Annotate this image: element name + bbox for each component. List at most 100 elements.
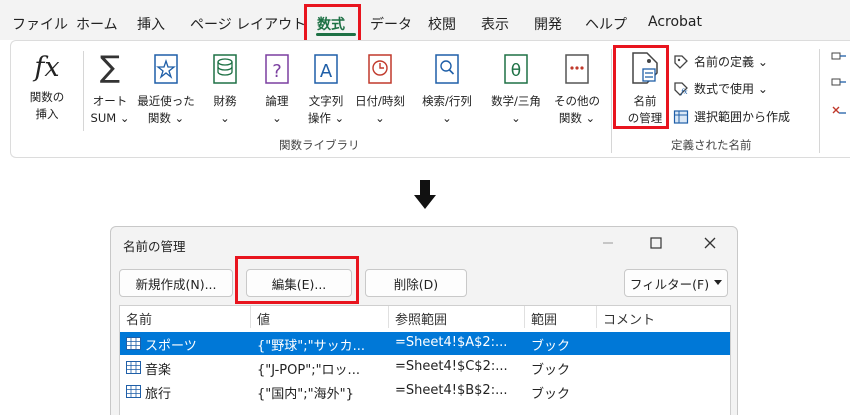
svg-text:θ: θ <box>511 61 521 81</box>
financial-button[interactable]: 財務 ⌄ <box>203 51 247 127</box>
named-range-icon <box>126 361 141 374</box>
more-functions-button[interactable]: その他の 関数 ⌄ <box>551 51 603 127</box>
tab-file[interactable]: ファイル <box>12 14 68 34</box>
use-in-formula-label: 数式で使用 ⌄ <box>694 82 768 96</box>
cell-scope: ブック <box>531 387 571 402</box>
svg-text:?: ? <box>272 61 282 82</box>
column-header-scope[interactable]: 範囲 <box>525 306 597 328</box>
cell-refers-to: =Sheet4!$C$2:... <box>395 359 508 374</box>
filter-label: フィルター(F) <box>629 276 710 292</box>
divider <box>83 51 84 131</box>
clock-book-icon <box>368 54 392 84</box>
dropdown-arrow-icon <box>714 280 723 285</box>
tab-help[interactable]: ヘルプ <box>585 14 627 34</box>
svg-text:fx: fx <box>680 88 688 96</box>
close-button[interactable] <box>695 231 725 255</box>
column-header-comment[interactable]: コメント <box>597 306 730 328</box>
tab-view[interactable]: 表示 <box>481 14 509 34</box>
cell-name: スポーツ <box>145 339 197 354</box>
insert-function-button[interactable]: fx 関数の 挿入 <box>19 51 75 123</box>
table-row[interactable]: 音楽 {"J-POP";"ロッ... =Sheet4!$C$2:... ブック <box>120 356 730 379</box>
maximize-button[interactable] <box>641 231 671 255</box>
star-book-icon <box>154 54 178 84</box>
column-header-value[interactable]: 値 <box>251 306 389 328</box>
text-functions-label-2: 操作 ⌄ <box>307 111 345 125</box>
tag-icon <box>674 54 688 69</box>
use-in-formula-button[interactable]: fx 数式で使用 ⌄ <box>673 80 768 97</box>
text-functions-button[interactable]: A 文字列 操作 ⌄ <box>303 51 349 127</box>
autosum-label: オート <box>92 94 128 108</box>
cell-refers-to: =Sheet4!$B$2:... <box>395 383 508 398</box>
filter-button[interactable]: フィルター(F) <box>624 269 728 297</box>
insert-function-label-2: 挿入 <box>35 107 59 121</box>
autosum-button[interactable]: ∑ オート SUM ⌄ <box>87 51 133 127</box>
formula-tag-icon: fx <box>674 81 688 96</box>
tab-review[interactable]: 校閲 <box>428 14 456 34</box>
coins-book-icon <box>213 54 237 84</box>
table-row[interactable]: 旅行 {"国内";"海外"} =Sheet4!$B$2:... ブック <box>120 380 730 403</box>
math-trig-button[interactable]: θ 数学/三角 ⌄ <box>483 51 549 127</box>
financial-label: 財務 <box>213 94 237 108</box>
cell-name: 旅行 <box>145 387 172 402</box>
create-from-selection-label: 選択範囲から作成 <box>694 110 791 124</box>
fx-icon: fx <box>34 52 60 83</box>
recently-used-button[interactable]: 最近使った 関数 ⌄ <box>135 51 197 127</box>
lookup-reference-dropdown: ⌄ <box>442 111 452 125</box>
cell-value: {"野球";"サッカ... <box>257 339 365 354</box>
minimize-button[interactable] <box>593 231 623 255</box>
more-book-icon <box>565 54 589 84</box>
tab-data[interactable]: データ <box>370 14 412 34</box>
defined-names-group-label: 定義された名前 <box>671 138 752 152</box>
cell-scope: ブック <box>531 339 571 354</box>
lookup-reference-button[interactable]: 検索/行列 ⌄ <box>415 51 479 127</box>
logical-button[interactable]: ? 論理 ⌄ <box>255 51 299 127</box>
math-trig-dropdown: ⌄ <box>511 111 521 125</box>
column-header-refers-to[interactable]: 参照範囲 <box>389 306 525 328</box>
theta-book-icon: θ <box>504 54 528 84</box>
cell-refers-to: =Sheet4!$A$2:... <box>395 335 508 350</box>
question-book-icon: ? <box>265 54 289 84</box>
tab-page-layout[interactable]: ページ レイアウト <box>190 14 306 34</box>
tab-acrobat[interactable]: Acrobat <box>648 14 702 30</box>
define-name-button[interactable]: 名前の定義 ⌄ <box>673 53 768 70</box>
logical-dropdown: ⌄ <box>272 111 282 125</box>
named-range-icon <box>126 337 141 350</box>
group-divider <box>819 49 820 153</box>
names-list[interactable]: 名前 値 参照範囲 範囲 コメント スポーツ {"野球";"サッカ... =Sh… <box>119 305 731 415</box>
tab-insert[interactable]: 挿入 <box>137 14 165 34</box>
highlight-name-manager <box>613 45 669 129</box>
cell-value: {"J-POP";"ロッ... <box>257 363 360 378</box>
trace-precedents-icon[interactable] <box>831 51 847 131</box>
maximize-icon <box>650 237 662 249</box>
autosum-label-2: SUM ⌄ <box>90 111 130 125</box>
close-icon <box>704 237 716 249</box>
group-divider <box>611 49 612 153</box>
magnifier-book-icon <box>435 54 459 84</box>
create-from-selection-icon <box>673 109 689 124</box>
function-library-group-label: 関数ライブラリ <box>279 138 360 152</box>
delete-name-button[interactable]: 削除(D) <box>365 269 467 297</box>
tab-home[interactable]: ホーム <box>76 14 118 34</box>
formulas-ribbon: fx 関数の 挿入 ∑ オート SUM ⌄ 最近使った 関数 ⌄ 財務 ⌄ ? <box>10 40 850 158</box>
date-time-label: 日付/時刻 <box>355 94 405 108</box>
dialog-title: 名前の管理 <box>123 239 186 254</box>
cell-scope: ブック <box>531 363 571 378</box>
create-from-selection-button[interactable]: 選択範囲から作成 <box>673 108 790 125</box>
define-name-label: 名前の定義 ⌄ <box>694 55 768 69</box>
new-name-button[interactable]: 新規作成(N)... <box>119 269 233 297</box>
text-functions-label: 文字列 <box>308 94 344 108</box>
highlight-formulas-tab <box>304 4 361 43</box>
named-range-icon <box>126 385 141 398</box>
date-time-dropdown: ⌄ <box>375 111 385 125</box>
date-time-button[interactable]: 日付/時刻 ⌄ <box>351 51 409 127</box>
logical-label: 論理 <box>265 94 289 108</box>
column-header-name[interactable]: 名前 <box>120 306 251 328</box>
minimize-icon <box>603 242 613 244</box>
insert-function-label: 関数の <box>29 90 65 104</box>
ribbon-tab-bar: ファイル ホーム 挿入 ページ レイアウト 数式 データ 校閲 表示 開発 ヘル… <box>0 0 850 40</box>
highlight-edit-button <box>235 256 359 304</box>
lookup-reference-label: 検索/行列 <box>422 94 472 108</box>
tab-developer[interactable]: 開発 <box>534 14 562 34</box>
table-row[interactable]: スポーツ {"野球";"サッカ... =Sheet4!$A$2:... ブック <box>120 332 730 355</box>
financial-dropdown: ⌄ <box>220 111 230 125</box>
